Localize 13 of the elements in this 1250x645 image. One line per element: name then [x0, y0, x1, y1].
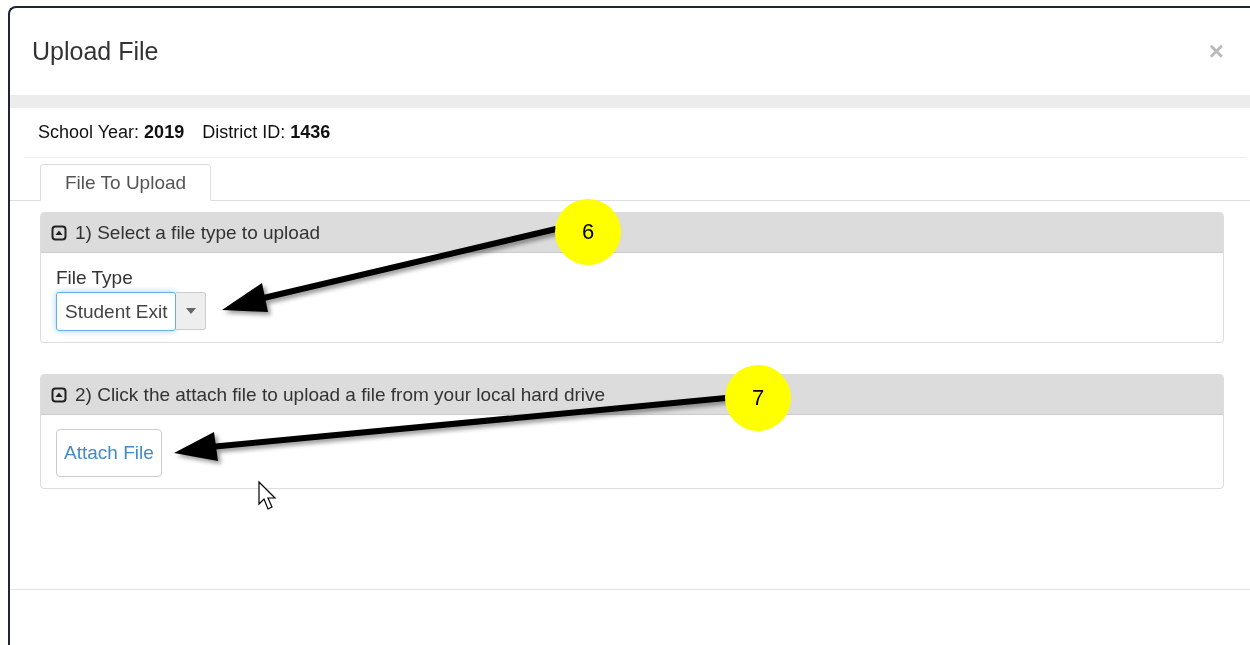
dialog-title: Upload File — [32, 37, 159, 66]
attach-file-button[interactable]: Attach File — [56, 429, 162, 477]
section-heading: 2) Click the attach file to upload a file from your local hard drive — [75, 383, 606, 406]
tab[interactable]: File To Upload — [40, 164, 212, 201]
field-label: File Type — [56, 267, 134, 289]
collapse-icon[interactable] — [51, 224, 67, 241]
info-text: District ID: 1436 — [202, 122, 331, 143]
info-text: School Year: 2019 — [38, 122, 185, 143]
section-heading: 1) Select a file type to upload — [75, 221, 321, 244]
caret-icon — [185, 308, 196, 314]
collapse-icon[interactable] — [51, 386, 67, 403]
dropdown-button[interactable] — [176, 292, 207, 330]
file-type-select[interactable]: Student Exit — [56, 292, 177, 331]
